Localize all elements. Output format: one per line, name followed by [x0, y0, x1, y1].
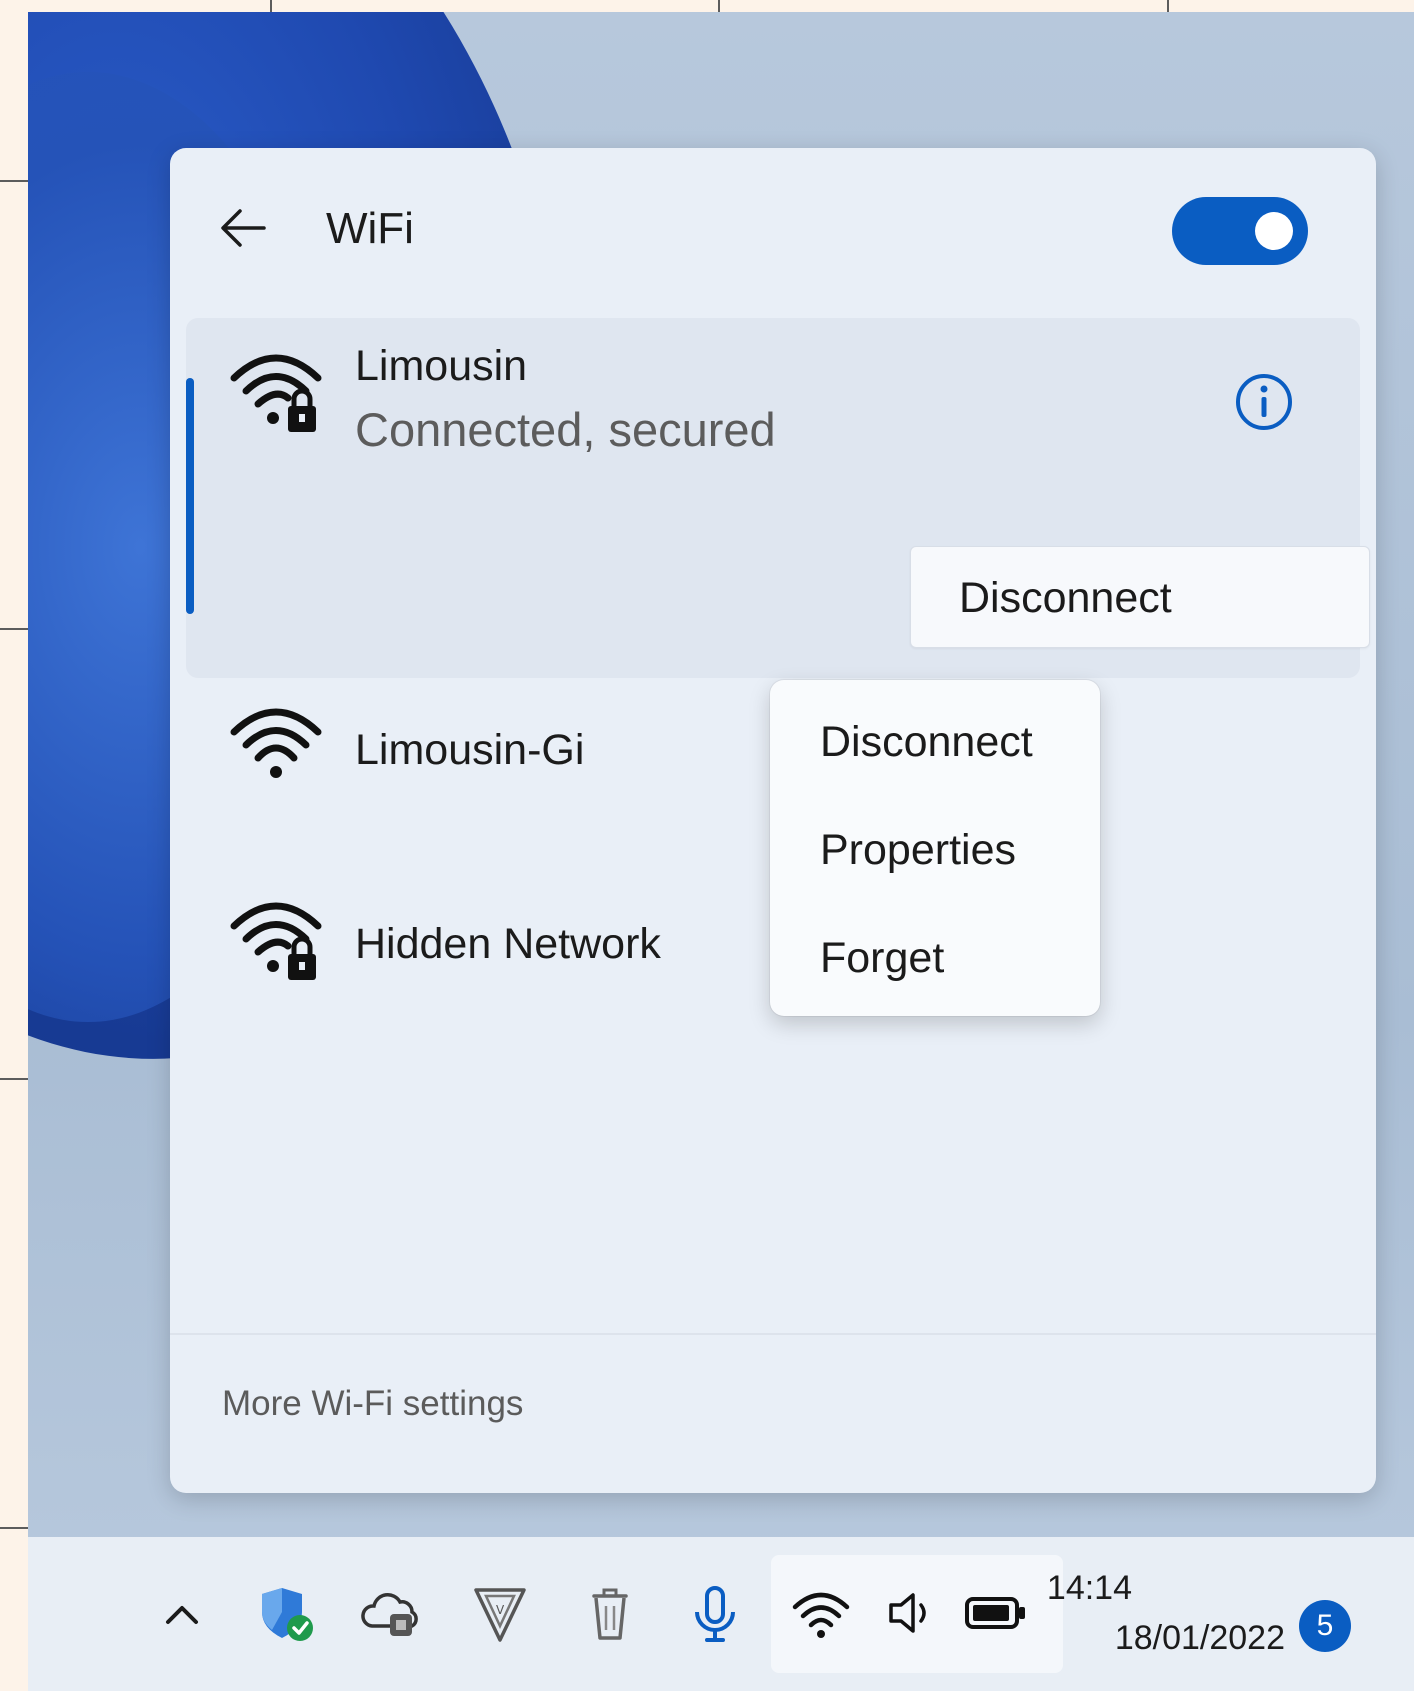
network-name: Hidden Network — [355, 920, 661, 968]
back-arrow-icon[interactable] — [218, 206, 268, 250]
wifi-secured-icon — [230, 354, 322, 432]
toggle-knob — [1255, 212, 1293, 250]
menu-item-disconnect[interactable]: Disconnect — [770, 692, 1100, 792]
microphone-icon[interactable] — [683, 1582, 747, 1646]
network-status: Connected, secured — [355, 403, 776, 456]
svg-text:V: V — [496, 1603, 505, 1617]
notification-badge[interactable]: 5 — [1299, 1600, 1351, 1652]
frame-line — [0, 180, 28, 182]
frame-line — [0, 1527, 28, 1529]
frame-line — [270, 0, 272, 12]
frame-line — [0, 628, 28, 630]
more-wifi-settings-link[interactable]: More Wi-Fi settings — [222, 1384, 523, 1424]
disconnect-button[interactable]: Disconnect — [910, 546, 1370, 648]
menu-item-forget[interactable]: Forget — [770, 908, 1100, 1008]
footer-divider — [170, 1333, 1376, 1335]
wifi-icon — [792, 1592, 850, 1638]
chevron-up-icon[interactable] — [150, 1582, 214, 1646]
recycle-bin-icon[interactable] — [578, 1582, 642, 1646]
battery-icon — [965, 1597, 1025, 1629]
menu-item-properties[interactable]: Properties — [770, 800, 1100, 900]
network-name: Limousin — [355, 342, 528, 390]
wifi-icon — [230, 708, 322, 778]
panel-title: WiFi — [326, 204, 414, 253]
volume-icon — [889, 1593, 926, 1633]
info-icon[interactable] — [1234, 372, 1294, 432]
wifi-secured-icon — [230, 902, 322, 980]
context-menu: Disconnect Properties Forget — [770, 680, 1100, 1016]
clock-time[interactable]: 14:14 — [1047, 1569, 1132, 1608]
network-name: Limousin-Gi — [355, 726, 585, 774]
wifi-toggle[interactable] — [1172, 197, 1308, 265]
vpn-icon[interactable]: V — [468, 1582, 532, 1646]
quick-settings-tray[interactable] — [771, 1555, 1063, 1673]
clock-date[interactable]: 18/01/2022 — [1065, 1619, 1285, 1658]
wifi-flyout: WiFi Limousin Connected, secured Disconn… — [170, 148, 1376, 1493]
frame-line — [1167, 0, 1169, 12]
onedrive-cloud-icon[interactable] — [360, 1582, 424, 1646]
frame-line — [0, 1078, 28, 1080]
taskbar: V 14:14 18/01/2022 5 — [28, 1537, 1414, 1691]
frame-line — [718, 0, 720, 12]
selection-indicator — [186, 378, 194, 614]
security-shield-icon[interactable] — [254, 1582, 318, 1646]
